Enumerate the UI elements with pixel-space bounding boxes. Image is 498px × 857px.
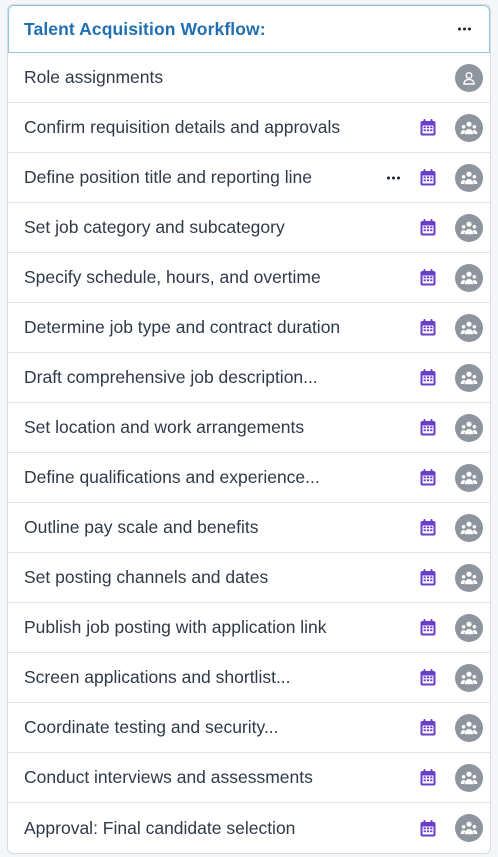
workflow-step-label: Specify schedule, hours, and overtime: [24, 267, 321, 287]
calendar-icon[interactable]: [420, 219, 436, 236]
calendar-icon[interactable]: [420, 519, 436, 536]
more-horizontal-icon[interactable]: [387, 176, 400, 179]
calendar-icon[interactable]: [420, 569, 436, 586]
calendar-icon[interactable]: [420, 419, 436, 436]
calendar-icon[interactable]: [420, 319, 436, 336]
workflow-step-label: Define position title and reporting line: [24, 167, 312, 187]
workflow-step-row[interactable]: Specify schedule, hours, and overtime: [8, 253, 490, 303]
workflow-step-row[interactable]: Draft comprehensive job description...: [8, 353, 490, 403]
workflow-step-row[interactable]: Approval: Final candidate selection: [8, 803, 490, 853]
users-group-icon[interactable]: [455, 313, 483, 342]
workflow-step-label: Outline pay scale and benefits: [24, 517, 259, 537]
workflow-step-row[interactable]: Determine job type and contract duration: [8, 303, 490, 353]
workflow-panel: Talent Acquisition Workflow: Role assign…: [7, 4, 491, 854]
calendar-icon[interactable]: [420, 719, 436, 736]
workflow-step-label: Set location and work arrangements: [24, 417, 305, 437]
workflow-header: Talent Acquisition Workflow:: [8, 5, 490, 53]
users-group-icon[interactable]: [455, 263, 483, 292]
workflow-step-label: Set job category and subcategory: [24, 217, 285, 237]
workflow-step-label: Publish job posting with application lin…: [24, 617, 327, 637]
users-group-icon[interactable]: [455, 113, 483, 142]
workflow-step-label: Conduct interviews and assessments: [24, 767, 313, 787]
users-group-icon[interactable]: [455, 413, 483, 442]
workflow-step-row[interactable]: Set posting channels and dates: [8, 553, 490, 603]
workflow-step-label: Approval: Final candidate selection: [24, 817, 296, 838]
calendar-icon[interactable]: [420, 369, 436, 386]
workflow-step-row[interactable]: Set job category and subcategory: [8, 203, 490, 253]
users-group-icon[interactable]: [455, 814, 483, 842]
workflow-step-label: Coordinate testing and security...: [24, 717, 279, 737]
workflow-step-label: Define qualifications and experience...: [24, 467, 320, 487]
calendar-icon[interactable]: [420, 269, 436, 286]
users-group-icon[interactable]: [455, 163, 483, 192]
workflow-step-label: Screen applications and shortlist...: [24, 667, 291, 687]
workflow-step-row[interactable]: Conduct interviews and assessments: [8, 753, 490, 803]
workflow-step-row[interactable]: Outline pay scale and benefits: [8, 503, 490, 553]
role-assignments-row[interactable]: Role assignments: [8, 53, 490, 103]
workflow-step-row[interactable]: Coordinate testing and security...: [8, 703, 490, 753]
workflow-step-label: Confirm requisition details and approval…: [24, 117, 341, 137]
workflow-steps-list: Confirm requisition details and approval…: [8, 103, 490, 853]
calendar-icon[interactable]: [420, 819, 436, 837]
workflow-title: Talent Acquisition Workflow:: [24, 18, 266, 39]
workflow-step-row[interactable]: Set location and work arrangements: [8, 403, 490, 453]
users-group-icon[interactable]: [455, 613, 483, 642]
more-horizontal-icon[interactable]: [458, 27, 471, 31]
users-group-icon[interactable]: [455, 663, 483, 692]
workflow-step-label: Set posting channels and dates: [24, 567, 269, 587]
workflow-step-row[interactable]: Confirm requisition details and approval…: [8, 103, 490, 153]
users-group-icon[interactable]: [455, 363, 483, 392]
workflow-step-row[interactable]: Publish job posting with application lin…: [8, 603, 490, 653]
calendar-icon[interactable]: [420, 619, 436, 636]
users-group-icon[interactable]: [455, 713, 483, 742]
workflow-step-row[interactable]: Define qualifications and experience...: [8, 453, 490, 503]
users-group-icon[interactable]: [455, 563, 483, 592]
calendar-icon[interactable]: [420, 169, 436, 186]
calendar-icon[interactable]: [420, 469, 436, 486]
user-icon[interactable]: [455, 63, 483, 92]
workflow-step-row[interactable]: Define position title and reporting line: [8, 153, 490, 203]
users-group-icon[interactable]: [455, 513, 483, 542]
calendar-icon[interactable]: [420, 669, 436, 686]
calendar-icon[interactable]: [420, 769, 436, 786]
workflow-step-label: Determine job type and contract duration: [24, 317, 341, 337]
users-group-icon[interactable]: [455, 213, 483, 242]
users-group-icon[interactable]: [455, 463, 483, 492]
role-assignments-label: Role assignments: [24, 67, 164, 87]
workflow-step-label: Draft comprehensive job description...: [24, 367, 318, 387]
workflow-step-row[interactable]: Screen applications and shortlist...: [8, 653, 490, 703]
calendar-icon[interactable]: [420, 119, 436, 136]
users-group-icon[interactable]: [455, 763, 483, 792]
